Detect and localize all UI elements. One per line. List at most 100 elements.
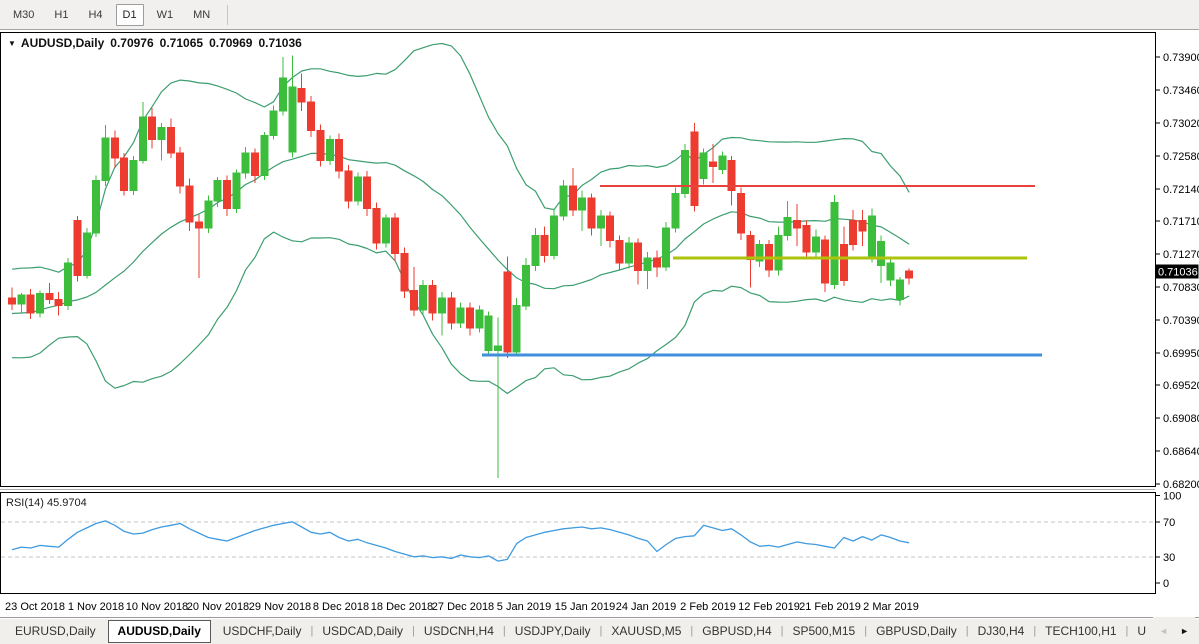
candle-body-bear — [149, 117, 156, 139]
candle-body-bull — [270, 111, 277, 136]
candle-body-bull — [812, 237, 819, 252]
svg-text:0.72580: 0.72580 — [1163, 151, 1199, 163]
chart-tab-usdchf-daily[interactable]: USDCHF,Daily — [214, 620, 311, 642]
candle-body-bull — [551, 216, 558, 256]
date-axis: 23 Oct 20181 Nov 201810 Nov 201820 Nov 2… — [5, 601, 919, 613]
current-price-label: 0.71036 — [1156, 265, 1199, 279]
svg-text:0.71710: 0.71710 — [1163, 216, 1199, 228]
candle-body-bull — [280, 78, 287, 111]
candle-body-bull — [261, 136, 268, 176]
candle-body-bear — [653, 258, 660, 267]
candle-body-bear — [308, 102, 315, 130]
candle-body-bear — [121, 158, 128, 190]
svg-text:0.70390: 0.70390 — [1163, 315, 1199, 327]
candle-body-bull — [205, 201, 212, 228]
candle-body-bull — [83, 233, 90, 276]
candle-body-bull — [784, 217, 791, 235]
date-tick-label: 2 Feb 2019 — [680, 601, 736, 613]
chart-tab-tech100-h1[interactable]: TECH100,H1 — [1036, 620, 1125, 642]
svg-text:0.68640: 0.68640 — [1163, 446, 1199, 458]
candle-body-bear — [177, 153, 184, 186]
candle-body-bull — [214, 181, 221, 201]
candle-body-bull — [354, 177, 361, 201]
chart-tab-dj30-h4[interactable]: DJ30,H4 — [969, 620, 1034, 642]
candle-body-bear — [906, 271, 913, 278]
svg-text:0: 0 — [1163, 578, 1169, 590]
candle-body-bear — [167, 127, 174, 152]
candle-body-bull — [476, 310, 483, 328]
tab-scroll-right-icon[interactable]: ► — [1180, 626, 1189, 636]
candle-body-bull — [644, 258, 651, 271]
chart-tab-audusd-daily[interactable]: AUDUSD,Daily — [108, 620, 211, 643]
date-tick-label: 1 Nov 2018 — [68, 601, 124, 613]
svg-text:30: 30 — [1163, 552, 1175, 564]
candle-body-bull — [37, 294, 44, 314]
rsi-panel — [1, 493, 1156, 594]
candle-body-bear — [448, 298, 455, 323]
candle-body-bear — [738, 193, 745, 233]
candle-body-bull — [579, 198, 586, 210]
date-tick-label: 18 Dec 2018 — [371, 601, 433, 613]
candle-body-bear — [504, 272, 511, 352]
candle-body-bear — [822, 240, 829, 283]
date-tick-label: 2 Mar 2019 — [863, 601, 919, 613]
chart-tab-bar: EURUSD,Daily|AUDUSD,Daily|USDCHF,Daily|U… — [0, 617, 1199, 644]
chart-tab-usdjpy-daily[interactable]: USDJPY,Daily — [506, 620, 600, 642]
candle-body-bear — [298, 89, 305, 103]
candle-body-bear — [803, 226, 810, 252]
svg-text:0.69950: 0.69950 — [1163, 348, 1199, 360]
svg-text:0.71036: 0.71036 — [1158, 267, 1198, 279]
rsi-axis: 10070300 — [1155, 491, 1181, 591]
chart-tab-gbpusd-h4[interactable]: GBPUSD,H4 — [693, 620, 780, 642]
svg-text:0.71270: 0.71270 — [1163, 249, 1199, 261]
candle-body-bull — [242, 153, 249, 173]
chart-tab-eurusd-daily[interactable]: EURUSD,Daily — [6, 620, 105, 642]
date-tick-label: 15 Jan 2019 — [555, 601, 616, 613]
candle-body-bear — [569, 186, 576, 210]
date-tick-label: 12 Feb 2019 — [738, 601, 800, 613]
symbol-title: AUDUSD,Daily — [21, 36, 104, 50]
chart-tab-sp500-m15[interactable]: SP500,M15 — [784, 620, 865, 642]
quote-open: 0.70976 — [110, 36, 153, 50]
candle-body-bear — [794, 220, 801, 228]
candle-body-bull — [326, 139, 333, 160]
chart-tab-u[interactable]: U — [1128, 620, 1155, 642]
tab-scroll-left-icon[interactable]: ◄ — [1159, 626, 1168, 636]
candle-body-bear — [27, 295, 34, 313]
quote-high: 0.71065 — [160, 36, 203, 50]
date-tick-label: 23 Oct 2018 — [5, 601, 65, 613]
candle-body-bull — [382, 218, 389, 243]
candle-body-bull — [289, 87, 296, 152]
candle-body-bear — [74, 220, 81, 275]
candle-body-bull — [495, 346, 502, 351]
date-tick-label: 21 Feb 2019 — [799, 601, 861, 613]
chart-tab-usdcad-daily[interactable]: USDCAD,Daily — [313, 620, 412, 642]
date-tick-label: 29 Nov 2018 — [249, 601, 311, 613]
candle-body-bull — [438, 298, 445, 313]
candle-body-bull — [420, 286, 427, 311]
candle-body-bear — [224, 181, 231, 209]
chart-tab-xauusd-m5[interactable]: XAUUSD,M5 — [602, 620, 690, 642]
date-tick-label: 27 Dec 2018 — [432, 601, 494, 613]
candle-body-bull — [878, 241, 885, 265]
candle-body-bear — [850, 220, 857, 244]
candle-body-bull — [102, 138, 109, 181]
candle-body-bear — [691, 132, 698, 205]
candle-body-bull — [560, 186, 567, 216]
candle-body-bear — [467, 308, 474, 328]
candle-body-bear — [186, 186, 193, 222]
candle-body-bull — [93, 181, 100, 233]
tab-scroll-controls: ◄ ► — [1153, 617, 1195, 644]
chart-tab-gbpusd-daily[interactable]: GBPUSD,Daily — [867, 620, 966, 642]
chart-canvas[interactable]: 0.739000.734600.730200.725800.721400.717… — [0, 0, 1199, 644]
candle-body-bear — [317, 130, 324, 160]
candle-body-bull — [18, 295, 25, 304]
candle-body-bear — [710, 162, 717, 167]
candle-body-bear — [635, 243, 642, 271]
candle-body-bull — [485, 316, 492, 351]
chart-tab-usdcnh-h4[interactable]: USDCNH,H4 — [415, 620, 503, 642]
candle-body-bull — [719, 156, 726, 170]
collapse-arrow-icon[interactable]: ▼ — [8, 39, 16, 48]
rsi-indicator-label: RSI(14) 45.9704 — [6, 497, 87, 509]
candle-body-bull — [700, 153, 707, 179]
